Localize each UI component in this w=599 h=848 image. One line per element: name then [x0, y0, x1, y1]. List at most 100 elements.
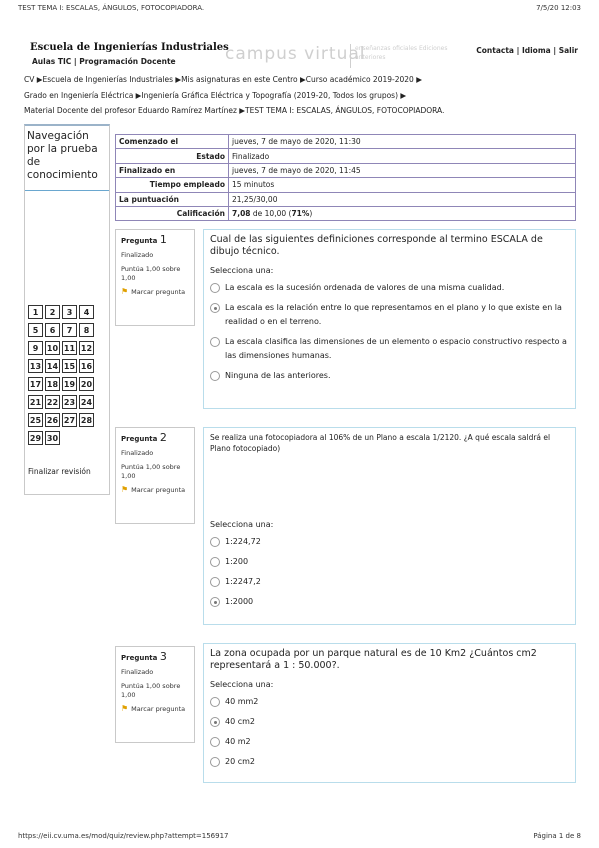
question-number-value: 3	[159, 650, 167, 663]
top-links: Contacta | Idioma | Salir	[476, 46, 578, 55]
radio-button[interactable]	[210, 283, 220, 293]
summary-label: Comenzado el	[115, 133, 229, 150]
question-nav-button[interactable]: 1	[28, 305, 43, 319]
answer-text: 40 cm2	[225, 717, 256, 726]
flag-question-label: Marcar pregunta	[131, 288, 186, 296]
radio-button[interactable]	[210, 371, 220, 381]
question-nav-button[interactable]: 30	[45, 431, 60, 445]
navigation-divider	[25, 190, 109, 191]
question-nav-button[interactable]: 3	[62, 305, 77, 319]
summary-value: 21,25/30,00	[228, 191, 576, 207]
question-nav-button[interactable]: 15	[62, 359, 77, 373]
question-label: Pregunta	[121, 654, 158, 662]
question-nav-button[interactable]: 20	[79, 377, 94, 391]
flag-question-label: Marcar pregunta	[131, 486, 186, 494]
answer-option[interactable]: La escala es la relación entre lo que re…	[210, 301, 569, 329]
answer-option[interactable]: Ninguna de las anteriores.	[210, 369, 569, 383]
question-nav-button[interactable]: 21	[28, 395, 43, 409]
campus-virtual-logo[interactable]: campus virtual	[225, 44, 366, 64]
question-nav-button[interactable]: 22	[45, 395, 60, 409]
salir-link[interactable]: Salir	[559, 46, 578, 55]
question-nav-button[interactable]: 16	[79, 359, 94, 373]
answer-text: 1:200	[225, 557, 249, 566]
question-nav-button[interactable]: 6	[45, 323, 60, 337]
answer-text: La escala es la relación entre lo que re…	[225, 303, 562, 326]
answer-option[interactable]: 1:2000	[210, 595, 569, 609]
flag-question-button[interactable]: ⚑ Marcar pregunta	[121, 705, 189, 714]
answer-option[interactable]: 20 cm2	[210, 755, 569, 769]
radio-button[interactable]	[210, 337, 220, 347]
question-nav-button[interactable]: 11	[62, 341, 77, 355]
idioma-link[interactable]: Idioma	[522, 46, 551, 55]
flag-question-button[interactable]: ⚑ Marcar pregunta	[121, 486, 189, 495]
question-number-value: 2	[159, 431, 167, 444]
answer-option[interactable]: 40 cm2	[210, 715, 569, 729]
breadcrumb-line[interactable]: Material Docente del profesor Eduardo Ra…	[24, 103, 579, 119]
contacta-link[interactable]: Contacta	[476, 46, 514, 55]
question-nav-button[interactable]: 24	[79, 395, 94, 409]
answer-text: 1:2247,2	[225, 577, 261, 586]
aulas-tic-link[interactable]: Aulas TIC	[32, 57, 71, 66]
question-nav-button[interactable]: 26	[45, 413, 60, 427]
question-content: Se realiza una fotocopiadora al 106% de …	[203, 427, 576, 625]
question-nav-button[interactable]: 25	[28, 413, 43, 427]
radio-button-selected[interactable]	[210, 303, 220, 313]
radio-button[interactable]	[210, 757, 220, 767]
radio-button-selected[interactable]	[210, 597, 220, 607]
question-points: Puntúa 1,00 sobre 1,00	[121, 265, 181, 282]
grade-number: 7,08	[232, 209, 251, 219]
summary-row: Calificación 7,08 de 10,00 (71%)	[115, 205, 576, 222]
radio-button[interactable]	[210, 537, 220, 547]
question-nav-button[interactable]: 29	[28, 431, 43, 445]
answer-option[interactable]: 1:2247,2	[210, 575, 569, 589]
select-one-label: Selecciona una:	[210, 680, 274, 689]
question-nav-button[interactable]: 13	[28, 359, 43, 373]
question-nav-button[interactable]: 14	[45, 359, 60, 373]
question-nav-button[interactable]: 5	[28, 323, 43, 337]
answer-option[interactable]: 40 m2	[210, 735, 569, 749]
question-nav-button[interactable]: 8	[79, 323, 94, 337]
answer-text: 40 mm2	[225, 697, 259, 706]
answer-option[interactable]: La escala es la sucesión ordenada de val…	[210, 281, 569, 295]
answer-option[interactable]: 40 mm2	[210, 695, 569, 709]
attempt-summary-table: Comenzado el jueves, 7 de mayo de 2020, …	[115, 133, 576, 222]
school-name[interactable]: Escuela de Ingenierías Industriales	[30, 42, 229, 53]
question-nav-button[interactable]: 9	[28, 341, 43, 355]
summary-label: Finalizado en	[115, 162, 229, 179]
summary-row: Finalizado en jueves, 7 de mayo de 2020,…	[115, 162, 576, 179]
question-nav-button[interactable]: 7	[62, 323, 77, 337]
radio-button[interactable]	[210, 697, 220, 707]
radio-button[interactable]	[210, 577, 220, 587]
question-nav-button[interactable]: 19	[62, 377, 77, 391]
question-nav-button[interactable]: 12	[79, 341, 94, 355]
question-nav-button[interactable]: 17	[28, 377, 43, 391]
radio-button-selected[interactable]	[210, 717, 220, 727]
print-footer-page: Página 1 de 8	[533, 832, 581, 840]
answer-option[interactable]: 1:224,72	[210, 535, 569, 549]
question-nav-button[interactable]: 10	[45, 341, 60, 355]
answer-option[interactable]: 1:200	[210, 555, 569, 569]
question-nav-button[interactable]: 4	[79, 305, 94, 319]
question-nav-button[interactable]: 18	[45, 377, 60, 391]
question-info: Pregunta 1 Finalizado Puntúa 1,00 sobre …	[115, 229, 195, 326]
question-number: Pregunta 2	[121, 431, 189, 444]
question-nav-button[interactable]: 2	[45, 305, 60, 319]
answer-options: 40 mm2 40 cm2 40 m2 20 cm2	[210, 695, 569, 769]
radio-button[interactable]	[210, 737, 220, 747]
question-button-row: 25 26 27 28	[28, 413, 108, 427]
print-header-date: 7/5/20 12:03	[536, 4, 581, 12]
programacion-docente-link[interactable]: Programación Docente	[79, 57, 175, 66]
breadcrumb-line[interactable]: CV ▶Escuela de Ingenierías Industriales …	[24, 72, 579, 88]
campus-logo-subtitle: enseñanzas oficiales Ediciones anteriore…	[355, 45, 448, 61]
radio-button[interactable]	[210, 557, 220, 567]
summary-label: Tiempo empleado	[115, 177, 229, 193]
breadcrumb-line[interactable]: Grado en Ingeniería Eléctrica ▶Ingenierí…	[24, 88, 579, 104]
question-nav-button[interactable]: 27	[62, 413, 77, 427]
finish-review-link[interactable]: Finalizar revisión	[28, 467, 91, 476]
question-nav-button[interactable]: 28	[79, 413, 94, 427]
question-info: Pregunta 2 Finalizado Puntúa 1,00 sobre …	[115, 427, 195, 524]
question-nav-button[interactable]: 23	[62, 395, 77, 409]
flag-question-button[interactable]: ⚑ Marcar pregunta	[121, 288, 189, 297]
question-text: Se realiza una fotocopiadora al 106% de …	[210, 433, 551, 453]
answer-option[interactable]: La escala clasifica las dimensiones de u…	[210, 335, 569, 363]
